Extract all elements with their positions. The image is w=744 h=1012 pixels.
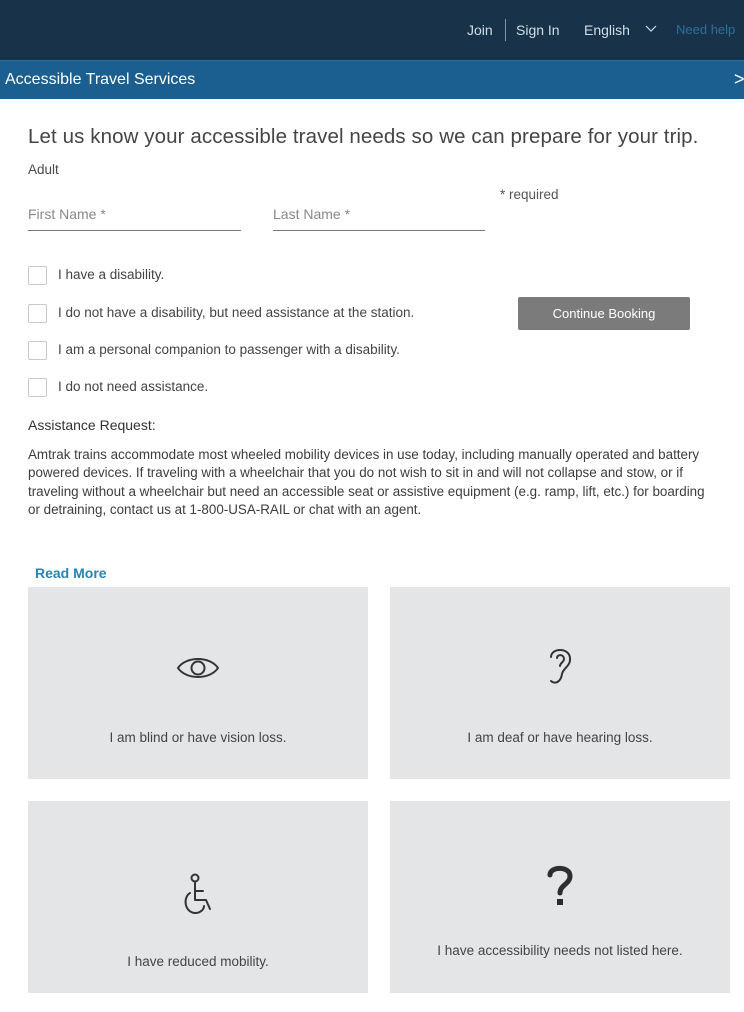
eye-icon — [28, 653, 368, 683]
form-heading: Let us know your accessible travel needs… — [28, 125, 699, 148]
checkbox[interactable] — [28, 378, 47, 397]
sign-in-link[interactable]: Sign In — [516, 22, 560, 38]
card-label: I am blind or have vision loss. — [109, 730, 287, 745]
checkbox[interactable] — [28, 341, 47, 360]
join-link[interactable]: Join — [467, 22, 493, 38]
checkbox[interactable] — [28, 304, 47, 323]
assistance-title: Assistance Request: — [28, 417, 156, 433]
first-name-placeholder: First Name * — [28, 206, 106, 222]
vision-loss-card[interactable]: I am blind or have vision loss. — [28, 587, 368, 779]
other-needs-card[interactable]: I have accessibility needs not listed he… — [390, 801, 730, 993]
last-name-placeholder: Last Name * — [273, 206, 351, 222]
option-label: I do not need assistance. — [58, 379, 209, 394]
language-selector[interactable]: English — [584, 22, 630, 38]
card-label: I have accessibility needs not listed he… — [437, 943, 683, 958]
need-help-link[interactable]: Need help — [676, 22, 735, 37]
card-label: I have reduced mobility. — [127, 954, 269, 969]
checkbox[interactable] — [28, 266, 47, 285]
card-label: I am deaf or have hearing loss. — [467, 730, 653, 745]
continue-booking-button[interactable]: Continue Booking — [518, 297, 690, 330]
question-mark-icon — [390, 863, 730, 909]
ear-icon — [390, 643, 730, 689]
option-label: I am a personal companion to passenger w… — [58, 342, 400, 357]
chevron-down-icon[interactable] — [645, 22, 657, 36]
last-name-field[interactable]: Last Name * — [273, 200, 485, 231]
wheelchair-icon — [28, 873, 368, 917]
top-navigation: Join Sign In English Need help — [0, 0, 744, 60]
hearing-loss-card[interactable]: I am deaf or have hearing loss. — [390, 587, 730, 779]
chevron-right-icon[interactable]: > — [734, 69, 744, 90]
passenger-type-label: Adult — [28, 162, 59, 177]
nav-divider — [505, 19, 506, 41]
service-title: Accessible Travel Services — [5, 71, 196, 88]
service-header: Accessible Travel Services > — [0, 60, 744, 99]
required-note: * required — [500, 187, 559, 202]
option-label: I have a disability. — [58, 267, 165, 282]
first-name-field[interactable]: First Name * — [28, 200, 241, 231]
reduced-mobility-card[interactable]: I have reduced mobility. — [28, 801, 368, 993]
read-more-link[interactable]: Read More — [35, 565, 107, 581]
assistance-description: Amtrak trains accommodate most wheeled m… — [28, 447, 705, 518]
option-label: I do not have a disability, but need ass… — [58, 305, 415, 320]
